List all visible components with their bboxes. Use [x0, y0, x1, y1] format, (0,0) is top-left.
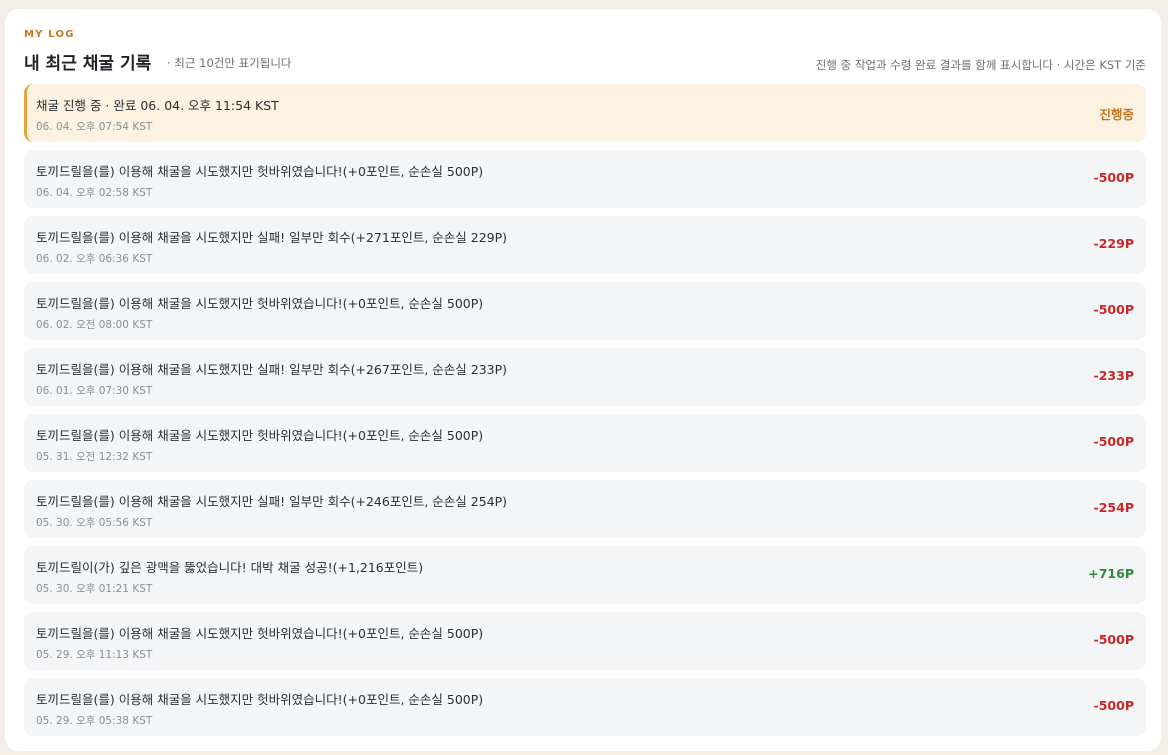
- record-amount: -254P: [1093, 500, 1134, 515]
- record-time: 06. 02. 오전 08:00 KST: [36, 319, 153, 331]
- record-title: 토끼드릴을(를) 이용해 채굴을 시도했지만 헛바위였습니다!(+0포인트, 순…: [36, 626, 484, 641]
- mining-record-list: 채굴 진행 중 · 완료 06. 04. 오후 11:54 KST 06. 04…: [24, 84, 1146, 744]
- record-time: 05. 30. 오후 05:56 KST: [36, 517, 153, 529]
- record-title: 토끼드릴을(를) 이용해 채굴을 시도했지만 헛바위였습니다!(+0포인트, 순…: [36, 692, 484, 707]
- record-title: 토끼드릴이(가) 깊은 광맥을 뚫었습니다! 대박 채굴 성공!(+1,216포…: [36, 560, 424, 575]
- page-subtitle: · 최근 10건만 표기됩니다: [167, 56, 292, 70]
- record-title: 채굴 진행 중 · 완료 06. 04. 오후 11:54 KST: [36, 98, 279, 113]
- record-title: 토끼드릴을(를) 이용해 채굴을 시도했지만 실패! 일부만 회수(+267포인…: [36, 362, 508, 377]
- record-time: 05. 29. 오후 11:13 KST: [36, 649, 153, 661]
- record-amount: -229P: [1093, 236, 1134, 251]
- list-item: 토끼드릴이(가) 깊은 광맥을 뚫었습니다! 대박 채굴 성공!(+1,216포…: [24, 546, 1146, 604]
- record-amount: -500P: [1093, 434, 1134, 449]
- record-time: 06. 04. 오후 02:58 KST: [36, 187, 153, 199]
- list-item: 토끼드릴을(를) 이용해 채굴을 시도했지만 헛바위였습니다!(+0포인트, 순…: [24, 678, 1146, 736]
- list-item: 토끼드릴을(를) 이용해 채굴을 시도했지만 헛바위였습니다!(+0포인트, 순…: [24, 150, 1146, 208]
- record-time: 05. 31. 오전 12:32 KST: [36, 451, 153, 463]
- list-item: 토끼드릴을(를) 이용해 채굴을 시도했지만 헛바위였습니다!(+0포인트, 순…: [24, 612, 1146, 670]
- status-badge: 진행중: [1099, 107, 1134, 122]
- record-amount: +716P: [1088, 566, 1134, 581]
- record-time: 06. 04. 오후 07:54 KST: [36, 121, 153, 133]
- list-item: 토끼드릴을(를) 이용해 채굴을 시도했지만 헛바위였습니다!(+0포인트, 순…: [24, 282, 1146, 340]
- list-item: 토끼드릴을(를) 이용해 채굴을 시도했지만 헛바위였습니다!(+0포인트, 순…: [24, 414, 1146, 472]
- header-note: 진행 중 작업과 수령 완료 결과를 함께 표시합니다 · 시간은 KST 기준: [815, 58, 1146, 72]
- record-title: 토끼드릴을(를) 이용해 채굴을 시도했지만 헛바위였습니다!(+0포인트, 순…: [36, 164, 484, 179]
- page-title: 내 최근 채굴 기록: [24, 54, 152, 74]
- record-amount: -500P: [1093, 302, 1134, 317]
- record-time: 06. 02. 오후 06:36 KST: [36, 253, 153, 265]
- list-item: 토끼드릴을(를) 이용해 채굴을 시도했지만 실패! 일부만 회수(+267포인…: [24, 348, 1146, 406]
- record-title: 토끼드릴을(를) 이용해 채굴을 시도했지만 헛바위였습니다!(+0포인트, 순…: [36, 296, 484, 311]
- record-amount: -500P: [1093, 170, 1134, 185]
- record-amount: -233P: [1093, 368, 1134, 383]
- section-eyebrow: MY LOG: [24, 29, 75, 40]
- list-item: 토끼드릴을(를) 이용해 채굴을 시도했지만 실패! 일부만 회수(+246포인…: [24, 480, 1146, 538]
- list-item: 채굴 진행 중 · 완료 06. 04. 오후 11:54 KST 06. 04…: [24, 84, 1146, 142]
- record-time: 05. 30. 오후 01:21 KST: [36, 583, 153, 595]
- record-time: 06. 01. 오후 07:30 KST: [36, 385, 153, 397]
- record-amount: -500P: [1093, 632, 1134, 647]
- mining-log-card: MY LOG 내 최근 채굴 기록 · 최근 10건만 표기됩니다 진행 중 작…: [5, 9, 1161, 751]
- record-title: 토끼드릴을(를) 이용해 채굴을 시도했지만 실패! 일부만 회수(+271포인…: [36, 230, 508, 245]
- record-amount: -500P: [1093, 698, 1134, 713]
- list-item: 토끼드릴을(를) 이용해 채굴을 시도했지만 실패! 일부만 회수(+271포인…: [24, 216, 1146, 274]
- record-title: 토끼드릴을(를) 이용해 채굴을 시도했지만 헛바위였습니다!(+0포인트, 순…: [36, 428, 484, 443]
- record-title: 토끼드릴을(를) 이용해 채굴을 시도했지만 실패! 일부만 회수(+246포인…: [36, 494, 508, 509]
- record-time: 05. 29. 오후 05:38 KST: [36, 715, 153, 727]
